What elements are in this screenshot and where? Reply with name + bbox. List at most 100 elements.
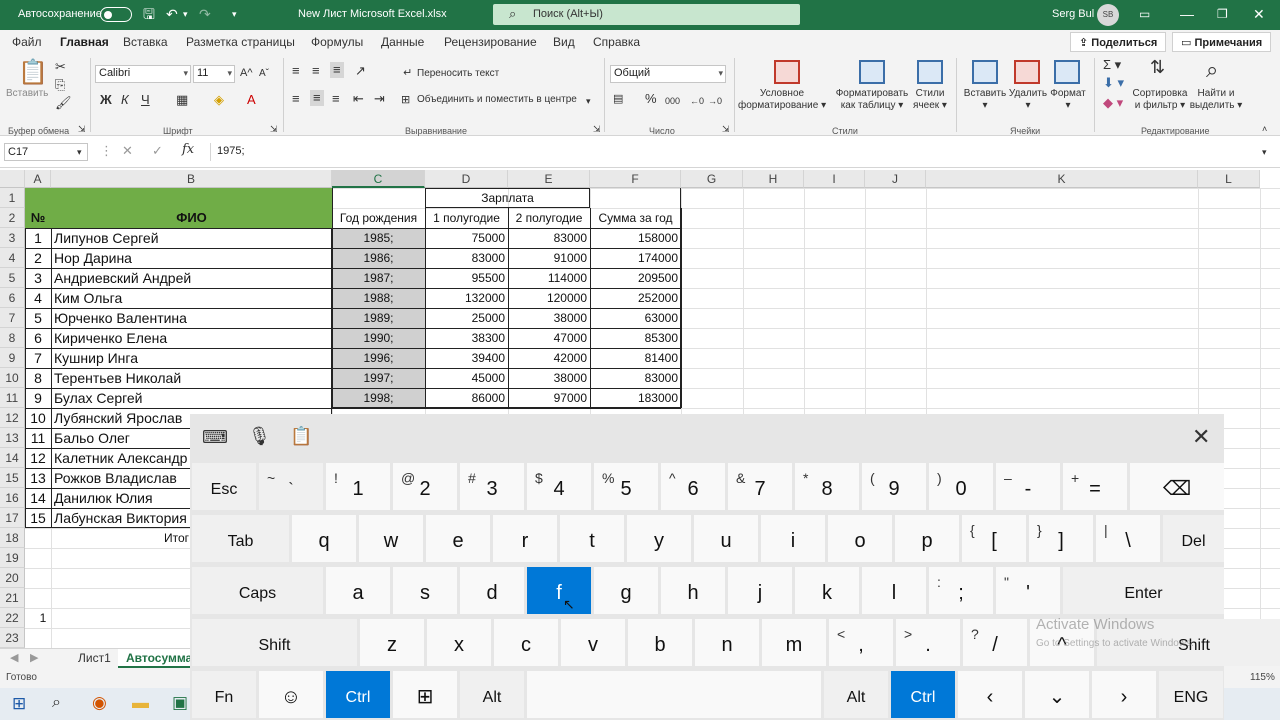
- row-header[interactable]: 12: [0, 408, 25, 428]
- row-number[interactable]: 10: [25, 408, 51, 428]
- row-header[interactable]: 19: [0, 548, 25, 568]
- cancel-icon[interactable]: ✕: [122, 144, 133, 158]
- row-header[interactable]: 18: [0, 528, 25, 548]
- format-cells-button[interactable]: Формат ▾: [1046, 88, 1090, 112]
- firefox-icon[interactable]: ◉: [92, 693, 107, 713]
- key-‹[interactable]: ‹: [958, 671, 1022, 718]
- key-Caps[interactable]: Caps: [192, 567, 323, 614]
- employee-name[interactable]: Андриевский Андрей: [54, 268, 330, 288]
- key-'[interactable]: ' ": [996, 567, 1060, 614]
- birth-year[interactable]: 1989;: [332, 308, 425, 328]
- key-i[interactable]: i: [761, 515, 825, 562]
- row-header[interactable]: 6: [0, 288, 25, 308]
- microphone-icon[interactable]: 🎙: [248, 426, 271, 447]
- align-top-icon[interactable]: ≡: [292, 64, 300, 78]
- employee-name[interactable]: Юрченко Валентина: [54, 308, 330, 328]
- employee-name[interactable]: Нор Дарина: [54, 248, 330, 268]
- find-select-button[interactable]: Найти и выделить ▾: [1188, 88, 1244, 112]
- key-⊞[interactable]: ⊞: [393, 671, 457, 718]
- row-header[interactable]: 23: [0, 628, 25, 648]
- number-launcher-icon[interactable]: ⇲: [722, 122, 730, 136]
- key-b[interactable]: b: [628, 619, 692, 666]
- taskbar-search-icon[interactable]: ⌕: [52, 694, 61, 712]
- collapse-ribbon-icon[interactable]: ˄: [1262, 122, 1267, 136]
- row-header[interactable]: 21: [0, 588, 25, 608]
- total-label[interactable]: Итог: [51, 528, 189, 548]
- row-number[interactable]: 6: [25, 328, 51, 348]
- merge-center-button[interactable]: Объединить и поместить в центре: [417, 94, 577, 106]
- expand-formula-icon[interactable]: ▾: [1262, 145, 1267, 159]
- key-l[interactable]: l: [862, 567, 926, 614]
- row-header[interactable]: 8: [0, 328, 25, 348]
- column-header-f[interactable]: F: [590, 170, 681, 188]
- birth-year[interactable]: 1998;: [332, 388, 425, 408]
- key-k[interactable]: k: [795, 567, 859, 614]
- birth-year[interactable]: 1986;: [332, 248, 425, 268]
- undo-dropdown-icon[interactable]: ▾: [183, 5, 188, 23]
- accounting-format-icon[interactable]: ▤: [613, 92, 623, 106]
- key-q[interactable]: q: [292, 515, 356, 562]
- fill-icon[interactable]: ⬇ ▾: [1103, 76, 1124, 90]
- format-painter-icon[interactable]: 🖌: [55, 96, 72, 110]
- avatar[interactable]: SB: [1097, 4, 1119, 26]
- key-z[interactable]: z: [360, 619, 424, 666]
- key-Alt[interactable]: Alt: [824, 671, 888, 718]
- salary-sum[interactable]: 83000: [590, 368, 678, 388]
- salary-sum[interactable]: 209500: [590, 268, 678, 288]
- salary-sum[interactable]: 81400: [590, 348, 678, 368]
- birth-year[interactable]: 1997;: [332, 368, 425, 388]
- key-[[interactable]: [{: [962, 515, 1026, 562]
- tab-insert[interactable]: Вставка: [123, 35, 168, 49]
- salary-sum[interactable]: 252000: [590, 288, 678, 308]
- key-\[interactable]: \ |: [1096, 515, 1160, 562]
- key-Fn[interactable]: Fn: [192, 671, 256, 718]
- row-header[interactable]: 13: [0, 428, 25, 448]
- italic-icon[interactable]: К: [121, 93, 129, 107]
- next-sheet-icon[interactable]: ▶: [30, 651, 38, 665]
- row-number[interactable]: 1: [25, 228, 51, 248]
- key-Tab[interactable]: Tab: [192, 515, 289, 562]
- row-number[interactable]: 13: [25, 468, 51, 488]
- insert-cells-button[interactable]: Вставить ▾: [962, 88, 1008, 112]
- row-header[interactable]: 22: [0, 608, 25, 628]
- enter-icon[interactable]: ✓: [152, 144, 163, 158]
- name-box[interactable]: C17: [4, 143, 88, 161]
- row-header[interactable]: 1: [0, 188, 25, 208]
- tab-view[interactable]: Вид: [553, 35, 575, 49]
- zoom-level[interactable]: 115%: [1250, 672, 1275, 683]
- comments-button[interactable]: ▭ Примечания: [1172, 32, 1272, 52]
- column-header-k[interactable]: K: [926, 170, 1198, 188]
- key-y[interactable]: y: [627, 515, 691, 562]
- key-4[interactable]: 4 $: [527, 463, 591, 510]
- row-header[interactable]: 15: [0, 468, 25, 488]
- copy-icon[interactable]: ⎘: [55, 78, 65, 92]
- sort-filter-button[interactable]: Сортировка и фильтр ▾: [1130, 88, 1190, 112]
- column-header-c[interactable]: C: [332, 170, 425, 188]
- employee-name[interactable]: Лубянский Ярослав: [54, 408, 190, 428]
- decrease-indent-icon[interactable]: ⇤: [353, 92, 364, 106]
- employee-name[interactable]: Кушнир Инга: [54, 348, 330, 368]
- row-header[interactable]: 5: [0, 268, 25, 288]
- clipboard-launcher-icon[interactable]: ⇲: [78, 122, 86, 136]
- key-›[interactable]: ›: [1092, 671, 1156, 718]
- birth-year[interactable]: 1990;: [332, 328, 425, 348]
- tab-home[interactable]: Главная: [60, 35, 109, 49]
- row-header[interactable]: 11: [0, 388, 25, 408]
- key-space[interactable]: [527, 671, 821, 718]
- file-explorer-icon[interactable]: ▬: [132, 693, 149, 713]
- salary-h2[interactable]: 91000: [508, 248, 587, 268]
- employee-name[interactable]: Терентьев Николай: [54, 368, 330, 388]
- column-header-d[interactable]: D: [425, 170, 508, 188]
- row-number[interactable]: 14: [25, 488, 51, 508]
- salary-h1[interactable]: 38300: [425, 328, 505, 348]
- redo-icon[interactable]: ↷: [199, 5, 211, 23]
- font-size-combo[interactable]: 11: [193, 65, 235, 83]
- align-left-icon[interactable]: ≡: [292, 92, 300, 106]
- undo-icon[interactable]: ↶: [166, 5, 178, 23]
- increase-indent-icon[interactable]: ⇥: [374, 92, 385, 106]
- salary-h1[interactable]: 83000: [425, 248, 505, 268]
- close-window-icon[interactable]: ✕: [1253, 5, 1265, 23]
- salary-h2[interactable]: 38000: [508, 308, 587, 328]
- key-w[interactable]: w: [359, 515, 423, 562]
- close-keyboard-icon[interactable]: ✕: [1192, 424, 1210, 450]
